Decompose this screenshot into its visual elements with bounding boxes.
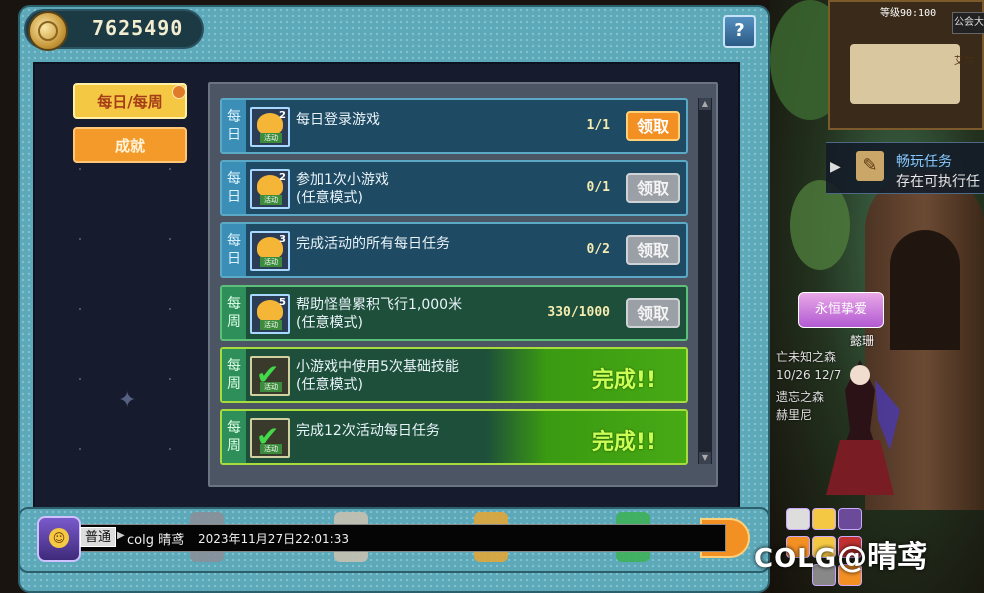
- task-row: 每日 2 活动 每日登录游戏 1/1 领取: [220, 98, 688, 154]
- reward-tag: 活动: [260, 133, 282, 143]
- title-badge-text: 永恒挚爱: [814, 302, 867, 317]
- event-reward-icon: 3 活动: [250, 231, 290, 271]
- level-text: 等级90:100: [880, 8, 937, 19]
- claim-button[interactable]: 领取: [626, 111, 680, 141]
- tab-daily-weekly[interactable]: 每日/每周: [73, 83, 187, 119]
- task-name: 参加1次小游戏 (任意模式): [296, 172, 389, 206]
- character-name: 懿珊: [850, 334, 875, 348]
- task-row: 每周 5 活动 帮助怪兽累积飞行1,000米 (任意模式) 330/1000 领取: [220, 285, 688, 341]
- reward-tag: 活动: [260, 195, 282, 205]
- task-row: 每周 ✔ 活动 完成12次活动每日任务 完成!!: [220, 409, 688, 465]
- coin-icon: [28, 11, 68, 51]
- task-period: 每周: [222, 287, 246, 339]
- task-period: 每日: [222, 100, 246, 152]
- character-sprite[interactable]: [820, 350, 900, 500]
- task-name: 每日登录游戏: [296, 112, 380, 128]
- chat-sender: colg 晴鸢: [127, 533, 185, 548]
- task-list-scrollbar[interactable]: ▲ ▼: [698, 98, 712, 464]
- map-place-label: 艾尔: [954, 56, 974, 67]
- task-progress: 1/1: [586, 118, 610, 133]
- scroll-down-icon[interactable]: ▼: [699, 452, 711, 464]
- reward-count: 5: [279, 297, 286, 308]
- complete-status: 完成!!: [591, 430, 656, 455]
- reward-count: 2: [279, 172, 286, 183]
- smiley-icon: ☺: [49, 528, 69, 548]
- reward-count: 3: [279, 234, 286, 245]
- claim-button[interactable]: 领取: [626, 173, 680, 203]
- task-row: 每周 ✔ 活动 小游戏中使用5次基础技能 (任意模式) 完成!!: [220, 347, 688, 403]
- task-progress: 0/2: [586, 242, 610, 257]
- task-period: 每日: [222, 162, 246, 214]
- task-name: 完成12次活动每日任务: [296, 423, 440, 439]
- event-reward-icon: 2 活动: [250, 107, 290, 147]
- event-reward-icon: 2 活动: [250, 169, 290, 209]
- help-button[interactable]: ?: [723, 15, 756, 48]
- task-period: 每周: [222, 349, 246, 401]
- quest-scroll-icon: ✎: [856, 151, 884, 181]
- play-arrow-icon[interactable]: ▶: [830, 159, 841, 175]
- completed-check-icon: ✔ 活动: [250, 418, 290, 458]
- side-text-3: 遗忘之森: [776, 390, 825, 404]
- chat-emote-button[interactable]: ☺: [37, 516, 81, 562]
- minimap[interactable]: 等级90:100 公会大 艾尔: [828, 0, 984, 130]
- quest-tip-title: 畅玩任务: [896, 154, 952, 170]
- claim-button[interactable]: 领取: [626, 235, 680, 265]
- quest-notification[interactable]: ▶ ✎ 畅玩任务 存在可执行任: [826, 142, 984, 194]
- watermark: COLG@晴鸢: [754, 532, 927, 576]
- reward-tag: 活动: [260, 382, 282, 392]
- reward-tag: 活动: [260, 320, 282, 330]
- task-name: 完成活动的所有每日任务: [296, 236, 450, 252]
- task-period: 每日: [222, 224, 246, 276]
- task-row: 每日 3 活动 完成活动的所有每日任务 0/2 领取: [220, 222, 688, 278]
- task-period: 每周: [222, 411, 246, 463]
- task-row: 每日 2 活动 参加1次小游戏 (任意模式) 0/1 领取: [220, 160, 688, 216]
- watermark-text: @晴鸢: [837, 540, 928, 575]
- tab-achievements[interactable]: 成就: [73, 127, 187, 163]
- task-name: 小游戏中使用5次基础技能 (任意模式): [296, 359, 459, 393]
- notification-dot-icon: [172, 85, 186, 99]
- player-title-badge: 永恒挚爱: [798, 292, 884, 328]
- task-progress: 0/1: [586, 180, 610, 195]
- reward-tag: 活动: [260, 444, 282, 454]
- completed-highlight: [486, 411, 686, 463]
- task-name: 帮助怪兽累积飞行1,000米 (任意模式): [296, 297, 463, 331]
- star-decoration: ✦: [118, 388, 137, 413]
- completed-check-icon: ✔ 活动: [250, 356, 290, 396]
- scroll-up-icon[interactable]: ▲: [699, 98, 711, 110]
- guild-button[interactable]: 公会大: [952, 12, 984, 34]
- channel-arrow-icon: ▶: [117, 530, 125, 541]
- chat-channel-button[interactable]: 普通: [80, 527, 116, 547]
- complete-status: 完成!!: [591, 368, 656, 393]
- task-progress: 330/1000: [547, 305, 610, 320]
- reward-tag: 活动: [260, 257, 282, 267]
- reward-count: 2: [279, 110, 286, 121]
- currency-value: 7625490: [92, 16, 184, 40]
- claim-button[interactable]: 领取: [626, 298, 680, 328]
- event-reward-icon: 5 活动: [250, 294, 290, 334]
- chat-timestamp: 2023年11月27日22:01:33: [198, 532, 349, 546]
- quest-tip-text: 存在可执行任: [896, 174, 980, 190]
- side-text-4: 赫里尼: [776, 408, 813, 422]
- completed-highlight: [486, 349, 686, 401]
- watermark-logo: COLG: [754, 544, 838, 574]
